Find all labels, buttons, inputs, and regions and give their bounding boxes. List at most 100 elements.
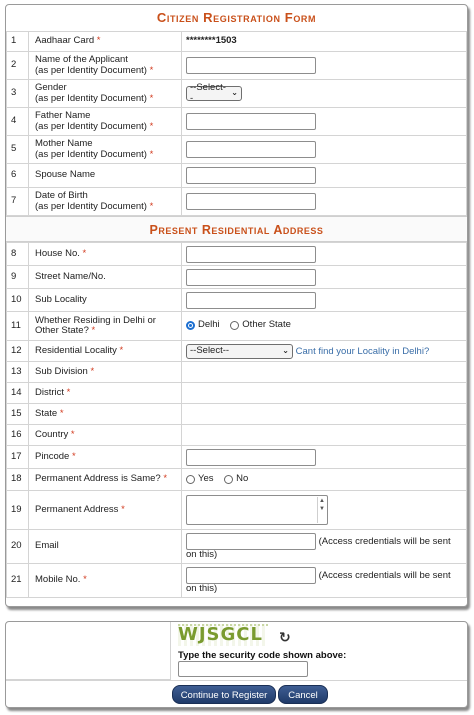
required-marker: * [149,64,154,76]
field-value [181,135,467,164]
row-number: 1 [6,31,29,52]
yes-radio-label: Yes [198,472,214,484]
field-value [181,242,467,266]
mobile-no-field[interactable] [186,566,316,584]
row-number: 2 [6,51,29,80]
table-row: 11 Whether Residing in Delhi or Other St… [6,311,467,341]
table-row: 6 Spouse Name [6,163,467,188]
field-value [181,163,467,188]
field-value [181,187,467,216]
field-value: Yes No [181,468,467,491]
house-no-label: House No. [35,247,80,259]
date-of-birth-input[interactable] [186,193,316,210]
row-number: 4 [6,107,29,136]
field-value: --Select-- ⌄ [181,79,467,108]
required-marker: * [90,365,95,377]
table-row: 21 Mobile No. * (Access credentials will… [6,563,467,598]
field-value [181,445,467,469]
table-row: 2 Name of the Applicant (as per Identity… [6,51,467,80]
gender-select[interactable]: --Select-- ⌄ [186,82,242,104]
captcha-noise [178,624,268,646]
street-name-input[interactable] [186,268,316,286]
captcha-panel: WJSGCL ↻ Type the security code shown ab… [5,621,468,708]
row-number: 11 [6,311,29,341]
no-radio-label: No [236,472,249,484]
continue-to-register-button[interactable]: Continue to Register [172,685,276,704]
table-row: 16 Country * [6,424,467,446]
email-field[interactable] [186,532,316,550]
table-row: 12 Residential Locality * --Select-- ⌄ Ca… [6,340,467,362]
table-row: 14 District * [6,382,467,404]
district-value [181,382,467,404]
captcha-image: WJSGCL [178,624,268,646]
refresh-icon[interactable]: ↻ [279,630,293,644]
table-row: 9 Street Name/No. [6,265,467,289]
pincode-input[interactable] [186,448,316,466]
field-label: Street Name/No. [28,265,182,289]
field-value [181,265,467,289]
textarea-scroll-icon[interactable]: ▲ ▼ [317,497,326,523]
mother-name-input[interactable] [186,141,316,158]
gender-label: Gender (as per Identity Document) [35,82,147,104]
table-row: 20 Email (Access credentials will be sen… [6,529,467,564]
cancel-button[interactable]: Cancel [278,685,328,704]
table-row: 4 Father Name (as per Identity Document)… [6,107,467,136]
permanent-same-no-radio[interactable] [224,474,234,484]
table-row: 13 Sub Division * [6,361,467,383]
field-value: Delhi Other State [181,311,467,341]
row-number: 21 [6,563,29,598]
other-state-radio[interactable] [230,321,240,331]
gender-select-value: --Select-- [190,82,226,104]
applicant-name-input[interactable] [186,57,316,74]
cant-find-locality-link[interactable]: Cant find your Locality in Delhi? [296,346,430,357]
spouse-name-input[interactable] [186,167,316,184]
row-number: 20 [6,529,29,564]
field-label: Whether Residing in Delhi or Other State… [28,311,182,341]
aadhaar-label: Aadhaar Card [35,35,95,47]
row-number: 13 [6,361,29,383]
state-value [181,403,467,425]
required-marker: * [66,386,71,398]
field-label: District * [28,382,182,404]
table-row: 18 Permanent Address is Same? * Yes No [6,468,467,491]
row-number: 15 [6,403,29,425]
permanent-same-yes-radio[interactable] [186,474,195,484]
row-number: 17 [6,445,29,469]
table-row: 17 Pincode * [6,445,467,469]
permanent-address-textarea[interactable]: ▲ ▼ [186,495,328,525]
sub-locality-input[interactable] [186,291,316,309]
field-label: Mobile No. * [28,563,182,598]
required-marker: * [121,503,125,515]
table-row: 10 Sub Locality [6,288,467,312]
delhi-radio[interactable] [186,321,195,331]
field-label: House No. * [28,242,182,266]
field-label: Sub Division * [28,361,182,383]
house-no-input[interactable] [186,245,316,263]
row-number: 10 [6,288,29,312]
father-name-input[interactable] [186,113,316,130]
row-number: 16 [6,424,29,446]
residential-locality-select[interactable]: --Select-- ⌄ [186,343,293,359]
required-marker: * [82,247,87,259]
state-label: State [35,407,58,419]
section-title-present-address: Present Residential Address [6,216,467,242]
required-marker: * [149,92,154,104]
row-number: 5 [6,135,29,164]
required-marker: * [71,450,76,462]
row-number: 8 [6,242,29,266]
residing-in-delhi-label: Whether Residing in Delhi or Other State… [35,314,156,336]
address-details-table: 8 House No. * 9 Street Name/No. 10 Sub L… [6,242,467,598]
row-number: 7 [6,187,29,216]
field-label: Aadhaar Card * [28,31,182,52]
field-label: Mother Name (as per Identity Document) * [28,135,182,164]
required-marker: * [59,407,64,419]
field-label: Gender (as per Identity Document) * [28,79,182,108]
required-marker: * [163,473,168,485]
field-label: Permanent Address is Same? * [28,468,182,491]
row-number: 3 [6,79,29,108]
field-value: ********1503 [181,31,467,52]
captcha-input[interactable] [178,661,308,677]
registration-form: Citizen Registration Form 1 Aadhaar Card… [5,4,468,607]
aadhaar-value: ********1503 [186,35,237,47]
email-label: Email [35,540,59,552]
